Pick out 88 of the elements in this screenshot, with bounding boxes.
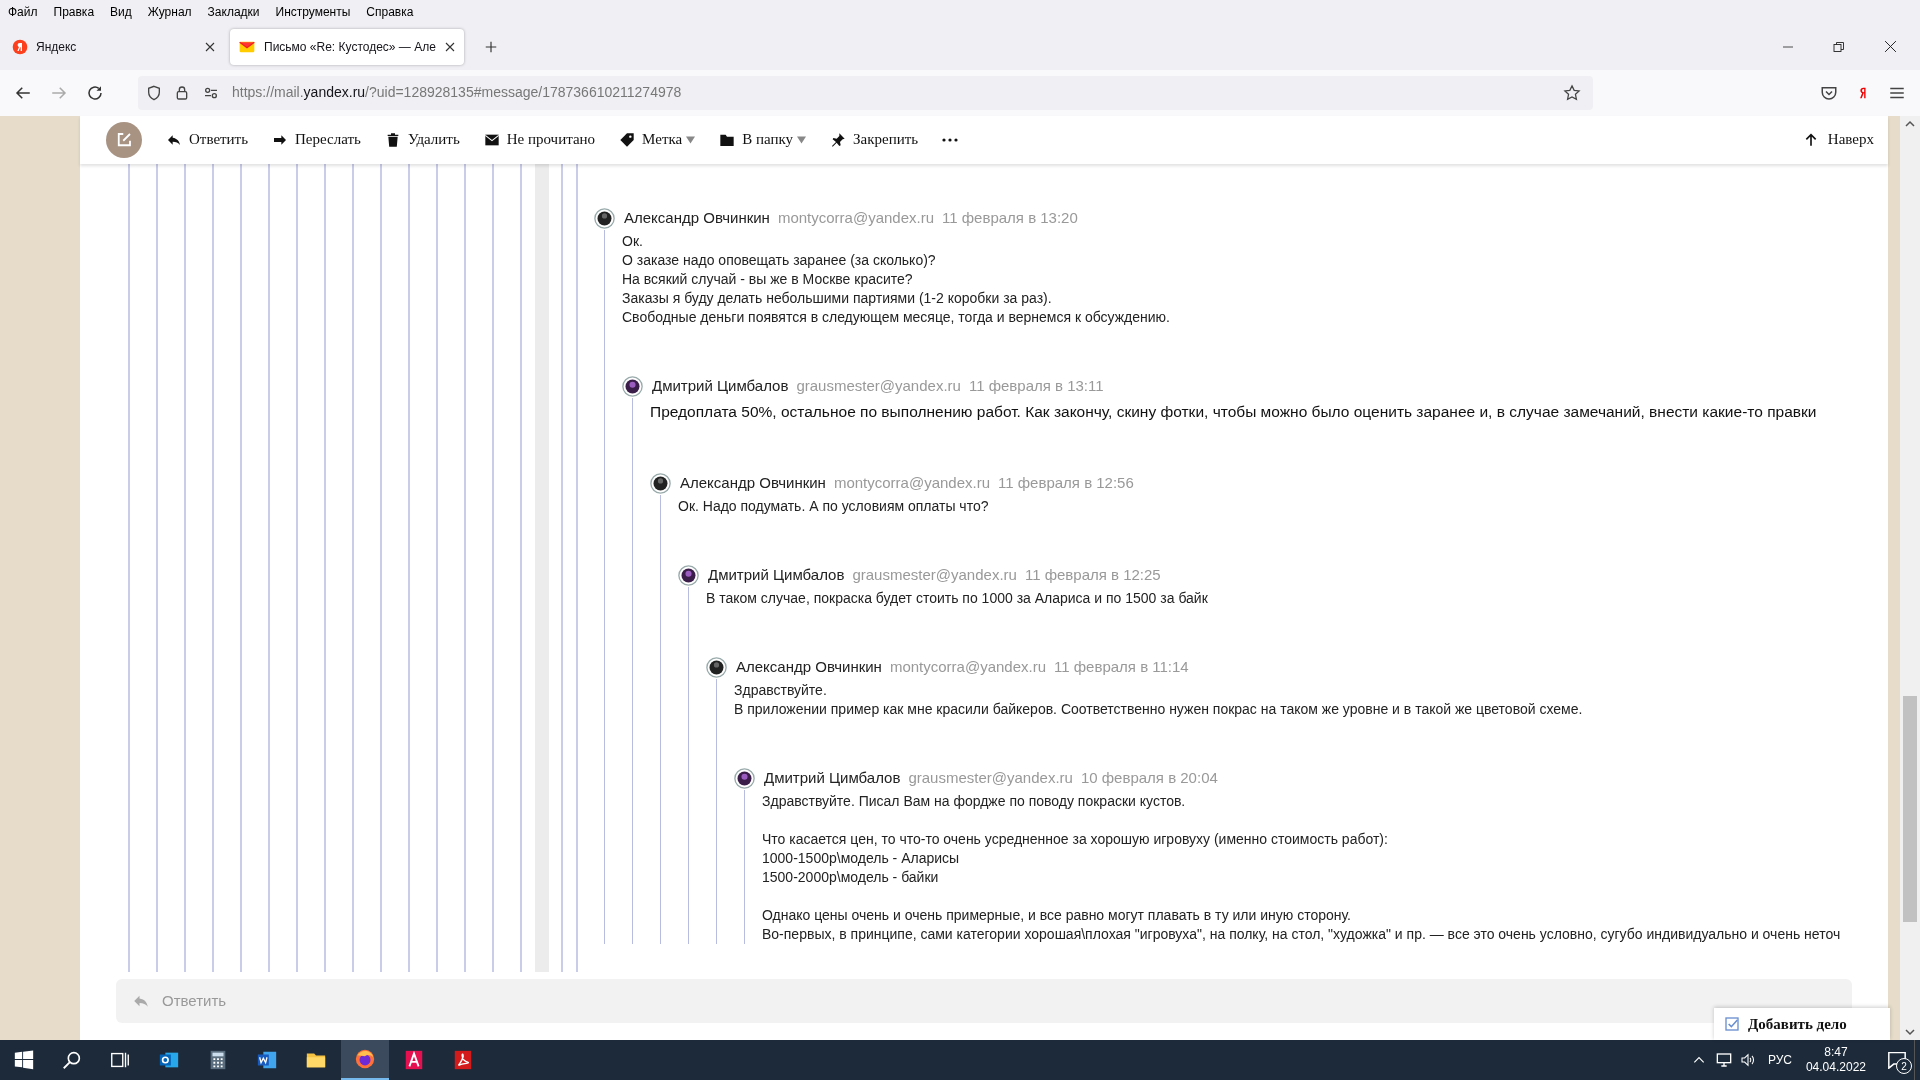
search-icon bbox=[61, 1049, 83, 1071]
message-text: Однако цены очень и очень примерные, и все равно могут плавать в ту или иную сторону. bbox=[762, 905, 1352, 925]
avatar-icon bbox=[706, 657, 727, 679]
message-date: 11 февраля в 13:20 bbox=[942, 208, 1078, 229]
message-date: 10 февраля в 20:04 bbox=[1080, 768, 1218, 789]
more-button[interactable] bbox=[942, 137, 959, 142]
reload-icon[interactable] bbox=[86, 83, 104, 102]
message-date: 11 февраля в 12:25 bbox=[1024, 565, 1161, 586]
message-text: Ок. Надо подумать. А по условиям оплаты что? bbox=[678, 496, 990, 516]
shield-icon bbox=[146, 84, 162, 101]
message-text: 1000-1500р\модель - Аларисы bbox=[762, 848, 961, 868]
toolbar-button[interactable]: Не прочитано bbox=[483, 128, 596, 151]
close-icon[interactable] bbox=[443, 40, 456, 53]
message-date: 11 февраля в 12:56 bbox=[998, 473, 1134, 494]
yandex-logo-icon bbox=[12, 38, 28, 55]
checkbox-icon bbox=[1724, 1016, 1740, 1032]
lock-icon bbox=[174, 84, 190, 101]
firefox-app-button[interactable] bbox=[341, 1040, 389, 1080]
menu-item[interactable]: Вид bbox=[108, 2, 134, 21]
message-text: Заказы я буду делать небольшими партиями (1-2 коробки за раз). bbox=[622, 288, 1053, 308]
toolbar-button[interactable]: Закрепить bbox=[830, 128, 919, 151]
notification-count: 2 bbox=[1896, 1058, 1912, 1074]
star-icon[interactable] bbox=[1563, 83, 1581, 102]
language-indicator[interactable]: РУС bbox=[1767, 1051, 1792, 1069]
url-text: https://mail.yandex.ru/?uid=128928135#message/178736610211274978 bbox=[232, 83, 682, 103]
menu-item[interactable]: Правка bbox=[51, 2, 97, 21]
clock[interactable]: 8:47 04.04.2022 bbox=[1805, 1045, 1866, 1075]
address-bar[interactable]: https://mail.yandex.ru/?uid=128928135#message/178736610211274978 bbox=[138, 75, 1593, 110]
compose-button[interactable] bbox=[106, 121, 142, 158]
message-date: 11 февраля в 13:11 bbox=[968, 376, 1104, 397]
pin-icon bbox=[830, 131, 847, 148]
browser-tab[interactable]: Письмо «Re: Кустодес» — Але bbox=[230, 28, 464, 65]
close-icon[interactable] bbox=[204, 40, 216, 53]
plus-icon[interactable] bbox=[483, 39, 498, 54]
menu-item[interactable]: Закладки bbox=[205, 2, 262, 21]
pencil-icon bbox=[115, 130, 133, 149]
author-name[interactable]: Дмитрий Цимбалов bbox=[708, 564, 845, 587]
toolbar-button[interactable]: Ответить bbox=[166, 128, 249, 151]
acrobat-app-icon bbox=[452, 1049, 474, 1071]
message-text: О заказе надо оповещать заранее (за сколько)? bbox=[622, 250, 937, 270]
message-text: В приложении пример как мне красили байкеров. Соответственно нужен покрас на таком же уровне и в такой же цветовой схеме. bbox=[734, 699, 1584, 719]
menu-item[interactable]: Справка bbox=[364, 2, 416, 21]
toolbar-button[interactable]: В папку bbox=[719, 128, 807, 151]
author-name[interactable]: Александр Овчинкин bbox=[680, 472, 826, 495]
scroll-to-top-button[interactable]: Наверх bbox=[1803, 128, 1874, 151]
toolbar-button[interactable]: Метка bbox=[619, 128, 696, 151]
up-arrow-icon bbox=[1803, 131, 1818, 148]
message-text: На всякий случай - вы же в Москве красите? bbox=[622, 269, 914, 289]
browser-tab[interactable]: Яндекс bbox=[4, 28, 224, 65]
author-name[interactable]: Дмитрий Цимбалов bbox=[764, 767, 901, 790]
message-text: 1500-2000р\модель - байки bbox=[762, 867, 940, 887]
message-text: Во-первых, в принципе, сами категории хорошая\плохая "игровуха", на полку, на стол, "художка" и пр. — все это очень условно, сугубо индивидуально и очень неточ bbox=[762, 924, 1842, 944]
avatar-icon bbox=[622, 376, 643, 398]
toolbar-button[interactable]: Переслать bbox=[272, 128, 361, 151]
author-name[interactable]: Александр Овчинкин bbox=[736, 656, 882, 679]
tag-icon bbox=[619, 131, 636, 148]
message-text: Свободные деньги появятся в следующем месяце, тогда и вернемся к обсуждению. bbox=[622, 307, 1171, 327]
close-icon[interactable] bbox=[1884, 40, 1897, 54]
avatar-icon bbox=[678, 565, 699, 587]
avatar-icon bbox=[650, 473, 671, 495]
avatar-icon bbox=[734, 768, 755, 790]
menu-item[interactable]: Файл bbox=[6, 2, 40, 21]
message-text: Здравствуйте. Писал Вам на фордже по поводу покраски кустов. bbox=[762, 791, 1187, 811]
scrollbar-thumb[interactable] bbox=[1903, 695, 1917, 922]
menu-item[interactable]: Инструменты bbox=[273, 2, 353, 21]
avatar-icon bbox=[594, 208, 615, 230]
notifications-button[interactable]: 2 bbox=[1880, 1040, 1914, 1080]
scroll-down-icon[interactable] bbox=[1905, 1028, 1915, 1036]
word-app-icon bbox=[256, 1049, 278, 1071]
volume-icon[interactable] bbox=[1739, 1052, 1756, 1068]
message-date: 11 февраля в 11:14 bbox=[1054, 657, 1189, 678]
network-icon[interactable] bbox=[1715, 1052, 1732, 1068]
message-text: В таком случае, покраска будет стоить по 1000 за Алариса и по 1500 за байк bbox=[706, 588, 1209, 608]
scroll-up-icon[interactable] bbox=[1905, 119, 1915, 128]
message-text: Ок. bbox=[622, 231, 644, 251]
firefox-app-icon bbox=[354, 1048, 376, 1070]
message-text: Здравствуйте. bbox=[734, 680, 828, 700]
menu-item[interactable]: Журнал bbox=[145, 2, 194, 21]
toolbar-button[interactable]: Удалить bbox=[384, 128, 460, 151]
message-text: Предоплата 50%, остальное по выполнению работ. Как закончу, скину фотки, чтобы можно было оценить заранее и, в случае замечаний, внести какие-то правки bbox=[650, 401, 1818, 422]
restore-icon[interactable] bbox=[1833, 40, 1845, 53]
add-task-button[interactable]: Добавить дело bbox=[1714, 1008, 1890, 1040]
start-icon bbox=[13, 1049, 35, 1071]
author-name[interactable]: Александр Овчинкин bbox=[624, 207, 770, 230]
author-name[interactable]: Дмитрий Цимбалов bbox=[652, 375, 789, 398]
autocad-app-icon bbox=[403, 1049, 425, 1071]
speech-bubble-icon bbox=[1887, 1051, 1907, 1069]
message-text: Что касается цен, то что-то очень усредненное за хорошую игровуху (именно стоимость работ): bbox=[762, 829, 1389, 849]
